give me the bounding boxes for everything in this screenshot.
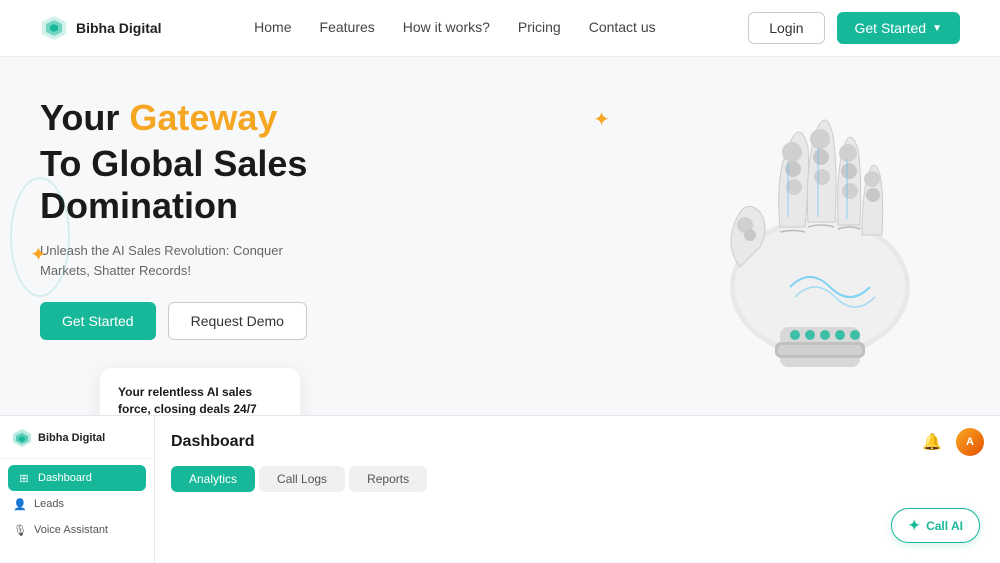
- dashboard-main: Dashboard 🔔 A Analytics Call Logs Report…: [155, 416, 1000, 563]
- hero-title-line2: To Global Sales Domination: [40, 143, 460, 227]
- hero-subtitle: Unleash the AI Sales Revolution: Conquer…: [40, 241, 320, 280]
- sidebar-item-leads[interactable]: 👤 Leads: [0, 491, 154, 517]
- hero-card-title: Your relentless AI sales force, closing …: [118, 384, 282, 418]
- dashboard-title: Dashboard: [171, 433, 255, 451]
- nav-how-it-works[interactable]: How it works?: [403, 19, 490, 37]
- dash-logo-icon: [12, 428, 32, 448]
- nav-contact[interactable]: Contact us: [589, 19, 656, 37]
- tab-analytics[interactable]: Analytics: [171, 466, 255, 492]
- nav-pricing[interactable]: Pricing: [518, 19, 561, 37]
- request-demo-button[interactable]: Request Demo: [168, 302, 307, 340]
- sidebar-item-voice[interactable]: 🎙 Voice Assistant: [0, 517, 154, 543]
- dashboard-preview: Bibha Digital ⊞ Dashboard 👤 Leads 🎙 Voic…: [0, 415, 1000, 563]
- notification-bell-button[interactable]: 🔔: [918, 428, 946, 456]
- nav-actions: Login Get Started: [748, 12, 960, 44]
- nav-home[interactable]: Home: [254, 19, 291, 37]
- logo-text: Bibha Digital: [76, 20, 162, 36]
- hero-title-highlight: Gateway: [129, 97, 277, 138]
- dashboard-sidebar: Bibha Digital ⊞ Dashboard 👤 Leads 🎙 Voic…: [0, 416, 155, 563]
- tab-reports[interactable]: Reports: [349, 466, 427, 492]
- dashboard-tabs: Analytics Call Logs Reports: [171, 466, 984, 492]
- dashboard-header-icons: 🔔 A: [918, 428, 984, 456]
- call-ai-icon: ✦: [908, 517, 920, 534]
- nav-features[interactable]: Features: [320, 19, 375, 37]
- hero-buttons: Get Started Request Demo: [40, 302, 460, 340]
- voice-icon: 🎙: [14, 524, 26, 536]
- logo: Bibha Digital: [40, 14, 162, 42]
- dashboard-header: Dashboard 🔔 A: [171, 428, 984, 456]
- star-decoration-bottom: ✦: [30, 242, 47, 267]
- user-avatar[interactable]: A: [956, 428, 984, 456]
- call-ai-button[interactable]: ✦ Call AI: [891, 508, 980, 543]
- star-decoration-top: ✦: [593, 107, 610, 132]
- get-started-hero-button[interactable]: Get Started: [40, 302, 156, 340]
- robot-hand-svg: [640, 87, 980, 387]
- hero-section: ✦ ✦ Your Gateway To Global Sales Dominat…: [0, 57, 1000, 427]
- leads-icon: 👤: [14, 498, 26, 510]
- hero-content: Your Gateway To Global Sales Domination …: [40, 87, 460, 427]
- tab-call-logs[interactable]: Call Logs: [259, 466, 345, 492]
- dash-logo-text: Bibha Digital: [38, 432, 105, 444]
- sidebar-item-dashboard[interactable]: ⊞ Dashboard: [8, 465, 146, 491]
- navbar: Bibha Digital Home Features How it works…: [0, 0, 1000, 57]
- nav-links: Home Features How it works? Pricing Cont…: [254, 19, 655, 37]
- get-started-nav-button[interactable]: Get Started: [837, 12, 961, 44]
- robot-hand-area: [620, 77, 1000, 397]
- dash-logo: Bibha Digital: [0, 428, 154, 459]
- dashboard-icon: ⊞: [18, 472, 30, 484]
- hero-title-line1: Your Gateway: [40, 97, 460, 139]
- curve-decoration: [10, 177, 70, 297]
- login-button[interactable]: Login: [748, 12, 824, 44]
- logo-icon: [40, 14, 68, 42]
